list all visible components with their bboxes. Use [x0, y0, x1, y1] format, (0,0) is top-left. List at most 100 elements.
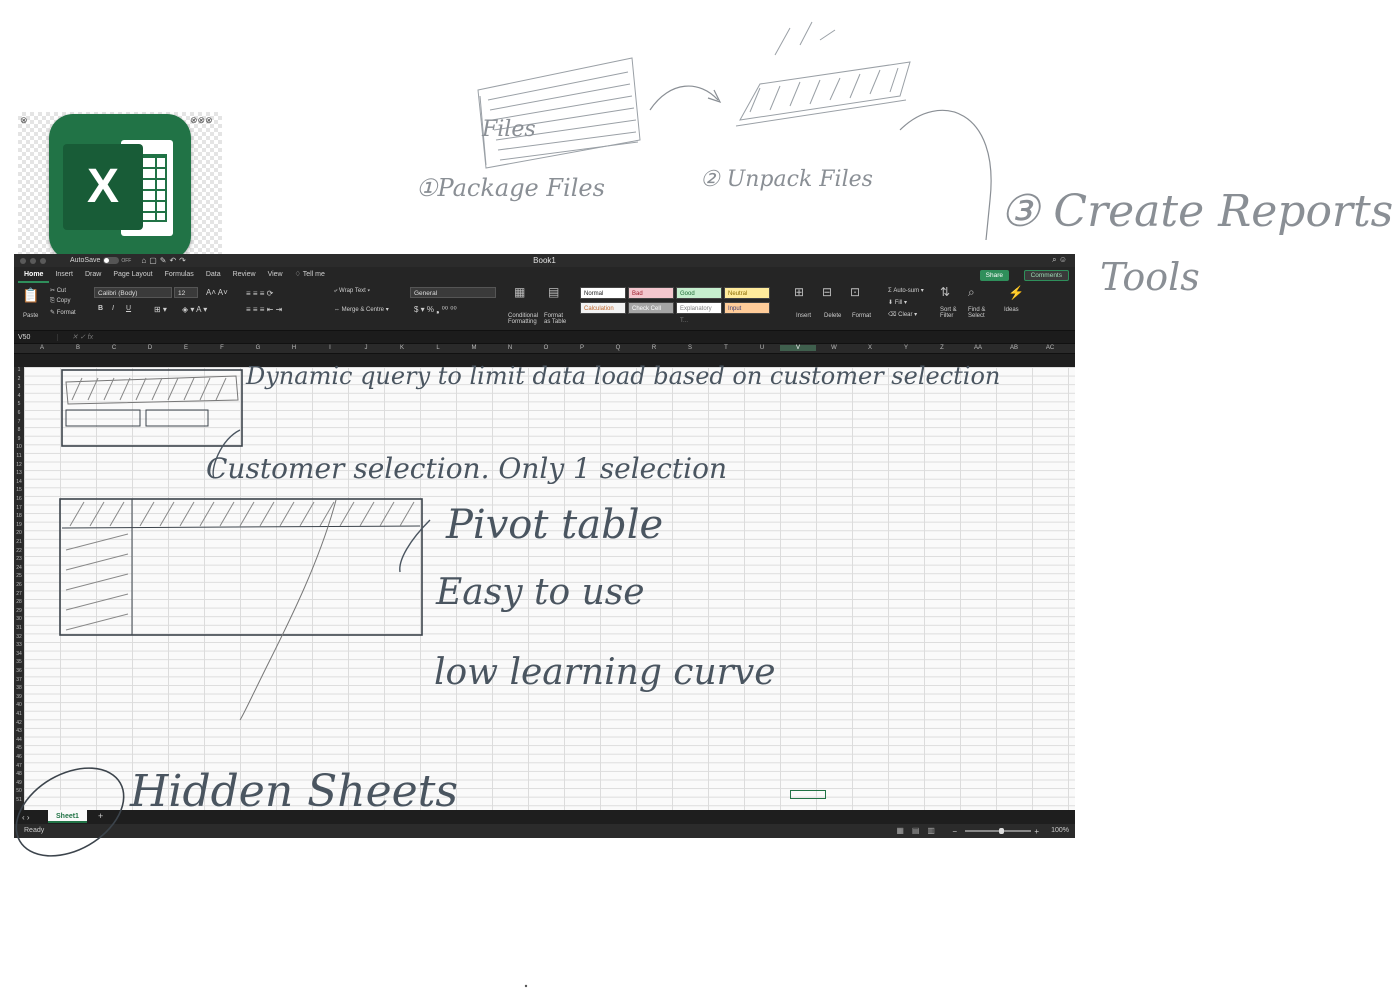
italic-button[interactable]: I	[112, 305, 114, 312]
paste-icon[interactable]: 📋	[22, 287, 39, 304]
row-header[interactable]: 33	[14, 642, 24, 648]
worksheet-grid[interactable]	[24, 367, 1075, 810]
format-cells-button[interactable]: Format	[852, 313, 871, 319]
currency-button[interactable]: $ ▾ % ❟ ⁰⁰ ⁰⁰	[414, 305, 457, 315]
column-header-l[interactable]: L	[420, 345, 456, 351]
row-header[interactable]: 51	[14, 797, 24, 803]
column-header-d[interactable]: D	[132, 345, 168, 351]
row-header[interactable]: 21	[14, 539, 24, 545]
column-header-z[interactable]: Z	[924, 345, 960, 351]
cell-style-check-cell[interactable]: Check Cell	[628, 302, 674, 314]
tab-home[interactable]: Home	[18, 267, 50, 283]
column-header-ab[interactable]: AB	[996, 345, 1032, 351]
row-header[interactable]: 40	[14, 702, 24, 708]
row-header[interactable]: 37	[14, 677, 24, 683]
font-name-select[interactable]: Calibri (Body)	[94, 287, 172, 298]
column-header-e[interactable]: E	[168, 345, 204, 351]
format-cells-icon[interactable]: ⊡	[850, 285, 860, 299]
conditional-formatting-button[interactable]: Conditional Formatting	[508, 313, 538, 325]
alignment-top-icons[interactable]: ≡ ≡ ≡ ⟳	[246, 289, 273, 298]
column-header-k[interactable]: K	[384, 345, 420, 351]
ideas-lightning-icon[interactable]: ⚡	[1008, 285, 1024, 301]
sheet-tab-sheet1[interactable]: Sheet1	[48, 810, 87, 823]
row-header[interactable]: 13	[14, 470, 24, 476]
row-header[interactable]: 29	[14, 608, 24, 614]
row-header[interactable]: 6	[14, 410, 24, 416]
row-header[interactable]: 26	[14, 582, 24, 588]
row-header[interactable]: 3	[14, 384, 24, 390]
row-header[interactable]: 41	[14, 711, 24, 717]
format-painter-button[interactable]: ✎ Format	[50, 309, 76, 316]
zoom-slider[interactable]	[965, 828, 1031, 834]
fill-color-icon[interactable]: ◈ ▾ A ▾	[182, 305, 207, 314]
row-header[interactable]: 7	[14, 419, 24, 425]
column-header-y[interactable]: Y	[888, 345, 924, 351]
column-header-c[interactable]: C	[96, 345, 132, 351]
row-header[interactable]: 17	[14, 505, 24, 511]
column-header-g[interactable]: G	[240, 345, 276, 351]
column-header-x[interactable]: X	[852, 345, 888, 351]
row-header[interactable]: 18	[14, 513, 24, 519]
autosum-button[interactable]: Σ Auto-sum ▾	[888, 287, 924, 294]
font-size-adjust-icons[interactable]: A˄ A˅	[206, 288, 228, 297]
zoom-window-button[interactable]	[40, 257, 46, 264]
paste-button[interactable]: Paste	[23, 313, 38, 319]
row-header[interactable]: 38	[14, 685, 24, 691]
row-header[interactable]: 9	[14, 436, 24, 442]
column-header-ac[interactable]: AC	[1032, 345, 1068, 351]
add-sheet-button[interactable]: +	[98, 811, 103, 821]
row-header[interactable]: 10	[14, 444, 24, 450]
tab-draw[interactable]: Draw	[79, 267, 107, 283]
row-header[interactable]: 15	[14, 487, 24, 493]
share-button[interactable]: Share	[979, 270, 1009, 281]
insert-cells-button[interactable]: Insert	[796, 313, 811, 319]
tab-insert[interactable]: Insert	[49, 267, 79, 283]
column-header-b[interactable]: B	[60, 345, 96, 351]
column-header-p[interactable]: P	[564, 345, 600, 351]
row-header[interactable]: 46	[14, 754, 24, 760]
cell-style-good[interactable]: Good	[676, 287, 722, 299]
column-header-f[interactable]: F	[204, 345, 240, 351]
row-header[interactable]: 35	[14, 659, 24, 665]
merge-centre-button[interactable]: ⇔ Merge & Centre ▾	[334, 306, 389, 313]
tell-me-search[interactable]: ♢ Tell me	[289, 267, 331, 283]
delete-cells-icon[interactable]: ⊟	[822, 285, 832, 299]
row-header[interactable]: 44	[14, 737, 24, 743]
fx-icon[interactable]: ✕ ✓ fx	[72, 333, 93, 341]
row-header[interactable]: 22	[14, 548, 24, 554]
row-header[interactable]: 47	[14, 763, 24, 769]
format-as-table-icon[interactable]: ▤	[548, 285, 559, 299]
column-header-u[interactable]: U	[744, 345, 780, 351]
column-header-j[interactable]: J	[348, 345, 384, 351]
alignment-bottom-icons[interactable]: ≡ ≡ ≡ ⇤ ⇥	[246, 305, 282, 314]
font-size-select[interactable]: 12	[174, 287, 198, 298]
cell-style-bad[interactable]: Bad	[628, 287, 674, 299]
column-header-t[interactable]: T	[708, 345, 744, 351]
row-header[interactable]: 34	[14, 651, 24, 657]
row-header[interactable]: 32	[14, 634, 24, 640]
borders-icon[interactable]: ⊞ ▾	[154, 305, 167, 314]
selected-cell-v50[interactable]	[790, 790, 826, 799]
cell-style-input[interactable]: Input	[724, 302, 770, 314]
row-header[interactable]: 20	[14, 530, 24, 536]
close-window-button[interactable]	[20, 257, 26, 264]
column-header-v[interactable]: V	[780, 345, 816, 351]
search-icon[interactable]: ⌕ ☺	[1052, 255, 1067, 265]
number-format-select[interactable]: General	[410, 287, 496, 298]
row-header[interactable]: 31	[14, 625, 24, 631]
name-box[interactable]: V50	[14, 333, 58, 341]
row-header[interactable]: 11	[14, 453, 24, 459]
sheet-nav-arrows[interactable]: ‹ ›	[22, 813, 30, 822]
sort-filter-icon[interactable]: ⇅	[940, 285, 950, 299]
column-header-m[interactable]: M	[456, 345, 492, 351]
format-as-table-button[interactable]: Format as Table	[544, 313, 566, 325]
find-select-button[interactable]: Find & Select	[968, 307, 985, 319]
view-mode-icons[interactable]: ▦▤▥	[896, 826, 943, 835]
row-header[interactable]: 50	[14, 788, 24, 794]
delete-cells-button[interactable]: Delete	[824, 313, 841, 319]
comments-button[interactable]: Comments	[1023, 270, 1069, 281]
tab-review[interactable]: Review	[227, 267, 262, 283]
tab-view[interactable]: View	[262, 267, 289, 283]
column-header-aa[interactable]: AA	[960, 345, 996, 351]
row-header[interactable]: 12	[14, 462, 24, 468]
